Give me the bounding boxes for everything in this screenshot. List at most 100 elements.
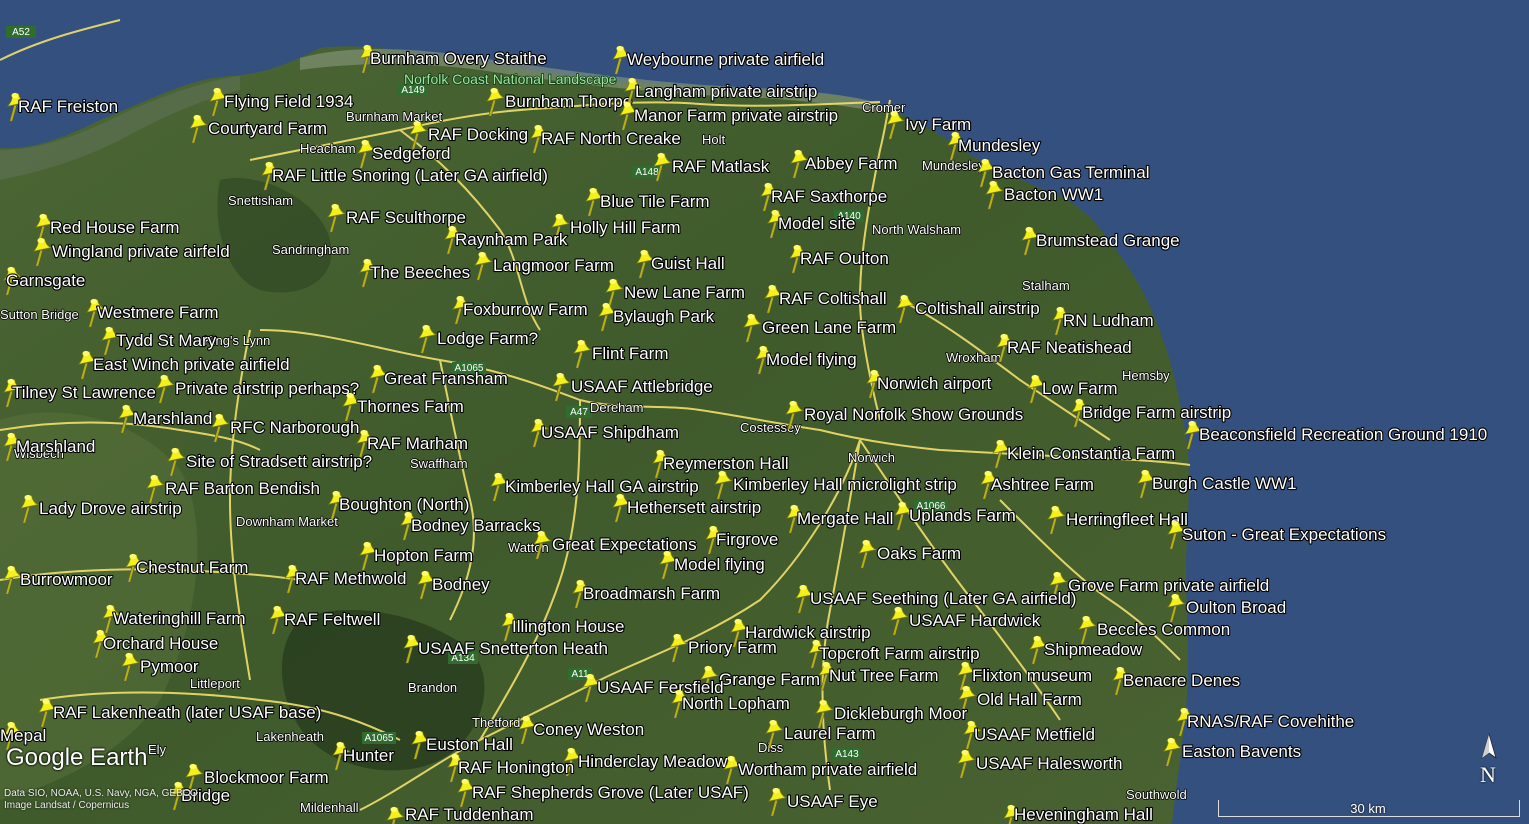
placemark-label[interactable]: Model flying — [765, 349, 858, 370]
placemark-label[interactable]: Klein Constantia Farm — [1006, 443, 1176, 464]
placemark-label[interactable]: Courtyard Farm — [207, 118, 328, 139]
placemark-label[interactable]: Heveningham Hall — [1013, 804, 1154, 824]
placemark-label[interactable]: Reymerston Hall — [662, 453, 790, 474]
placemark-label[interactable]: Tilney St Lawrence — [11, 382, 157, 403]
placemark-label[interactable]: Guist Hall — [650, 253, 726, 274]
placemark-label[interactable]: Beccles Common — [1096, 619, 1231, 640]
placemark-label[interactable]: Model site — [777, 213, 857, 234]
placemark-label[interactable]: USAAF Halesworth — [975, 753, 1124, 774]
placemark-label[interactable]: Mundesley — [957, 135, 1042, 156]
placemark-label[interactable]: Green Lane Farm — [761, 317, 897, 338]
placemark-label[interactable]: Flying Field 1934 — [223, 91, 355, 112]
placemark-label[interactable]: Bodney Barracks — [410, 515, 542, 536]
placemark-label[interactable]: Illington House — [511, 616, 626, 637]
placemark-label[interactable]: Private airstrip perhaps? — [174, 378, 360, 399]
placemark-label[interactable]: RAF Tuddenham — [404, 804, 535, 824]
placemark-label[interactable]: USAAF Attlebridge — [570, 376, 714, 397]
placemark-label[interactable]: Abbey Farm — [804, 153, 899, 174]
placemark-label[interactable]: North Lopham — [681, 693, 791, 714]
placemark-label[interactable]: USAAF Metfield — [973, 724, 1096, 745]
placemark-label[interactable]: East Winch private airfield — [92, 354, 291, 375]
placemark-label[interactable]: Grange Farm — [718, 669, 821, 690]
placemark-label[interactable]: RAF Little Snoring (Later GA airfield) — [271, 165, 549, 186]
placemark-label[interactable]: Orchard House — [102, 633, 219, 654]
placemark-label[interactable]: Suton - Great Expectations — [1181, 524, 1387, 545]
placemark-label[interactable]: Bridge Farm airstrip — [1081, 402, 1232, 423]
placemark-label[interactable]: Coney Weston — [532, 719, 645, 740]
placemark-label[interactable]: Beaconsfield Recreation Ground 1910 — [1198, 424, 1488, 445]
placemark-label[interactable]: Marshland — [15, 436, 97, 457]
placemark-label[interactable]: Westmere Farm — [96, 302, 220, 323]
placemark-label[interactable]: Firgrove — [715, 529, 780, 550]
placemark-label[interactable]: Flixton museum — [971, 665, 1093, 686]
placemark-label[interactable]: Blockmoor Farm — [203, 767, 330, 788]
placemark-label[interactable]: Garnsgate — [5, 270, 87, 291]
placemark-label[interactable]: Hunter — [342, 745, 396, 766]
placemark-label[interactable]: Hopton Farm — [373, 545, 474, 566]
placemark-label[interactable]: Mepal — [0, 725, 47, 746]
placemark-label[interactable]: Manor Farm private airstrip — [633, 105, 839, 126]
placemark-label[interactable]: Lady Drove airstrip — [38, 498, 183, 519]
placemark-label[interactable]: Weybourne private airfield — [626, 49, 825, 70]
placemark-label[interactable]: Oulton Broad — [1185, 597, 1287, 618]
placemark-label[interactable]: RAF Coltishall — [778, 288, 888, 309]
placemark-label[interactable]: Benacre Denes — [1122, 670, 1241, 691]
placemark-label[interactable]: Low Farm — [1041, 378, 1119, 399]
placemark-label[interactable]: Old Hall Farm — [976, 689, 1083, 710]
placemark-label[interactable]: RAF Barton Bendish — [164, 478, 321, 499]
placemark-label[interactable]: RAF Matlask — [671, 156, 771, 177]
placemark-label[interactable]: Burnham Thorpe — [504, 91, 633, 112]
placemark-label[interactable]: Thornes Farm — [356, 396, 465, 417]
placemark-label[interactable]: RN Ludham — [1062, 310, 1155, 331]
placemark-label[interactable]: USAAF Shipdham — [540, 422, 680, 443]
placemark-label[interactable]: Langham private airstrip — [634, 81, 819, 102]
placemark-label[interactable]: Topcroft Farm airstrip — [818, 643, 981, 664]
placemark-label[interactable]: Euston Hall — [425, 734, 514, 755]
placemark-label[interactable]: Tydd St Mary — [115, 330, 218, 351]
placemark-label[interactable]: Uplands Farm — [908, 505, 1017, 526]
placemark-label[interactable]: RAF Methwold — [294, 568, 408, 589]
placemark-label[interactable]: Priory Farm — [687, 637, 778, 658]
placemark-label[interactable]: Wortham private airfield — [737, 759, 918, 780]
placemark-label[interactable]: Great Fransham — [383, 368, 509, 389]
placemark-label[interactable]: Ivy Farm — [904, 114, 972, 135]
placemark-label[interactable]: Ashtree Farm — [990, 474, 1095, 495]
placemark-label[interactable]: Shipmeadow — [1043, 639, 1144, 660]
placemark-label[interactable]: The Beeches — [369, 262, 471, 283]
placemark-label[interactable]: Mergate Hall — [796, 508, 895, 529]
placemark-label[interactable]: Broadmarsh Farm — [582, 583, 721, 604]
placemark-label[interactable]: Easton Bavents — [1181, 741, 1302, 762]
placemark-label[interactable]: RAF Shepherds Grove (Later USAF) — [471, 782, 750, 803]
placemark-label[interactable]: RNAS/RAF Covehithe — [1186, 711, 1355, 732]
placemark-label[interactable]: RAF Saxthorpe — [770, 186, 888, 207]
placemark-label[interactable]: RAF Feltwell — [283, 609, 382, 630]
placemark-label[interactable]: Blue Tile Farm — [599, 191, 711, 212]
placemark-label[interactable]: Chestnut Farm — [135, 557, 250, 578]
placemark-label[interactable]: Hethersett airstrip — [626, 497, 762, 518]
placemark-label[interactable]: RAF Freiston — [17, 96, 119, 117]
placemark-label[interactable]: Wateringhill Farm — [112, 608, 247, 629]
placemark-label[interactable]: Royal Norfolk Show Grounds — [803, 404, 1024, 425]
placemark-label[interactable]: Kimberley Hall GA airstrip — [504, 476, 700, 497]
placemark-label[interactable]: Bodney — [431, 574, 491, 595]
placemark-label[interactable]: Bylaugh Park — [612, 306, 716, 327]
placemark-label[interactable]: Herringfleet Hall — [1065, 509, 1189, 530]
placemark-label[interactable]: Raynham Park — [454, 229, 569, 250]
placemark-label[interactable]: USAAF Eye — [786, 791, 879, 812]
placemark-label[interactable]: RAF North Creake — [540, 128, 682, 149]
placemark-label[interactable]: Burrowmoor — [19, 569, 114, 590]
placemark-label[interactable]: Nut Tree Farm — [828, 665, 940, 686]
satellite-map[interactable]: A52 A149 A148 A140 A1065 A47 A1066 A134 … — [0, 0, 1529, 824]
placemark-label[interactable]: USAAF Hardwick — [908, 610, 1042, 631]
placemark-label[interactable]: Laurel Farm — [783, 723, 877, 744]
placemark-label[interactable]: RAF Lakenheath (later USAF base) — [52, 702, 323, 723]
placemark-label[interactable]: Pymoor — [139, 656, 200, 677]
placemark-label[interactable]: RFC Narborough — [229, 417, 361, 438]
placemark[interactable]: Heveningham Hall — [1003, 804, 1154, 824]
placemark[interactable]: RAF Tuddenham — [386, 804, 535, 824]
placemark-label[interactable]: Marshland — [132, 408, 214, 429]
placemark-label[interactable]: Burgh Castle WW1 — [1151, 473, 1298, 494]
placemark-label[interactable]: RAF Sculthorpe — [345, 207, 467, 228]
placemark-label[interactable]: Dickleburgh Moor — [833, 703, 969, 724]
placemark-label[interactable]: Boughton (North) — [338, 494, 471, 515]
